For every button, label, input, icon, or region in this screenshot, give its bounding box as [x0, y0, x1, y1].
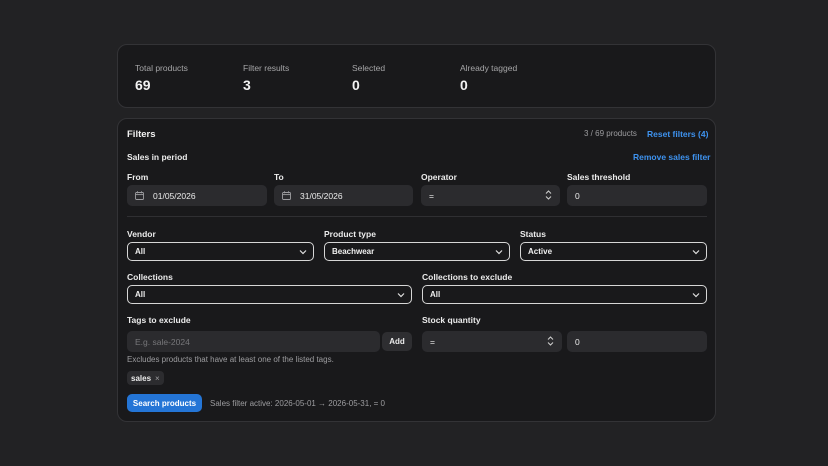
from-label: From [127, 172, 149, 182]
stat-label: Total products [135, 63, 188, 73]
product-type-label: Product type [324, 229, 376, 239]
tags-exclude-label: Tags to exclude [127, 315, 191, 325]
calendar-icon [135, 191, 147, 200]
search-products-button[interactable]: Search products [127, 394, 202, 412]
stat-label: Filter results [243, 63, 290, 73]
status-label: Status [520, 229, 546, 239]
product-type-select[interactable]: Beachwear [324, 242, 510, 261]
stock-quantity-label: Stock quantity [422, 315, 481, 325]
stock-operator-value: = [430, 336, 435, 347]
stat-filter-results: Filter results 3 [243, 63, 289, 93]
vendor-label: Vendor [127, 229, 156, 239]
tags-hint: Excludes products that have at least one… [127, 355, 334, 364]
chevron-up-down-icon [547, 336, 554, 348]
collections-exclude-value: All [430, 290, 441, 299]
sales-period-title: Sales in period [127, 152, 188, 162]
vendor-value: All [135, 247, 146, 256]
stat-already-tagged: Already tagged 0 [460, 63, 517, 93]
sales-threshold-label: Sales threshold [567, 172, 631, 182]
stock-quantity-value: 0 [575, 336, 580, 347]
to-label: To [274, 172, 284, 182]
operator-label: Operator [421, 172, 457, 182]
chevron-down-icon [397, 291, 405, 300]
from-date-input[interactable]: 01/05/2026 [127, 185, 267, 206]
stat-value: 3 [243, 77, 251, 93]
stat-label: Already tagged [460, 63, 518, 73]
chevron-down-icon [495, 248, 503, 257]
to-date-input[interactable]: 31/05/2026 [274, 185, 413, 206]
chevron-up-down-icon [545, 190, 552, 202]
remove-sales-filter-link[interactable]: Remove sales filter [633, 152, 710, 162]
product-type-value: Beachwear [332, 247, 375, 256]
collections-label: Collections [127, 272, 173, 282]
filter-count: 3 / 69 products [584, 129, 637, 138]
tag-chip: sales × [127, 371, 164, 385]
operator-select[interactable]: = [421, 185, 560, 206]
stats-card: Total products 69 Filter results 3 Selec… [117, 44, 716, 108]
add-tag-button[interactable]: Add [382, 332, 412, 351]
status-value: Active [528, 247, 553, 256]
vendor-select[interactable]: All [127, 242, 314, 261]
from-date-value: 01/05/2026 [153, 190, 196, 201]
stock-quantity-input[interactable]: 0 [567, 331, 707, 352]
tags-exclude-input[interactable]: E.g. sale-2024 [127, 331, 380, 352]
tag-chip-label: sales [131, 373, 152, 383]
chevron-down-icon [299, 248, 307, 257]
collections-exclude-label: Collections to exclude [422, 272, 513, 282]
filters-card: Filters 3 / 69 products Reset filters (4… [117, 118, 716, 422]
stat-selected: Selected 0 [352, 63, 385, 93]
chevron-down-icon [692, 291, 700, 300]
close-icon[interactable]: × [155, 374, 160, 383]
sales-threshold-input[interactable]: 0 [567, 185, 707, 206]
stat-total-products: Total products 69 [135, 63, 188, 93]
collections-exclude-select[interactable]: All [422, 285, 707, 304]
filters-title: Filters [127, 129, 156, 140]
collections-value: All [135, 290, 146, 299]
chevron-down-icon [692, 248, 700, 257]
tags-exclude-placeholder: E.g. sale-2024 [135, 336, 190, 347]
divider [127, 216, 707, 217]
collections-select[interactable]: All [127, 285, 412, 304]
operator-value: = [429, 190, 434, 201]
to-date-value: 31/05/2026 [300, 190, 343, 201]
sales-filter-status: Sales filter active: 2026-05-01 → 2026-0… [210, 399, 385, 408]
status-select[interactable]: Active [520, 242, 707, 261]
sales-threshold-value: 0 [575, 190, 580, 201]
stock-operator-select[interactable]: = [422, 331, 562, 352]
reset-filters-link[interactable]: Reset filters (4) [647, 129, 708, 139]
stat-label: Selected [352, 63, 386, 73]
stat-value: 0 [352, 77, 360, 93]
stat-value: 69 [135, 77, 151, 93]
stat-value: 0 [460, 77, 468, 93]
calendar-icon [282, 191, 294, 200]
